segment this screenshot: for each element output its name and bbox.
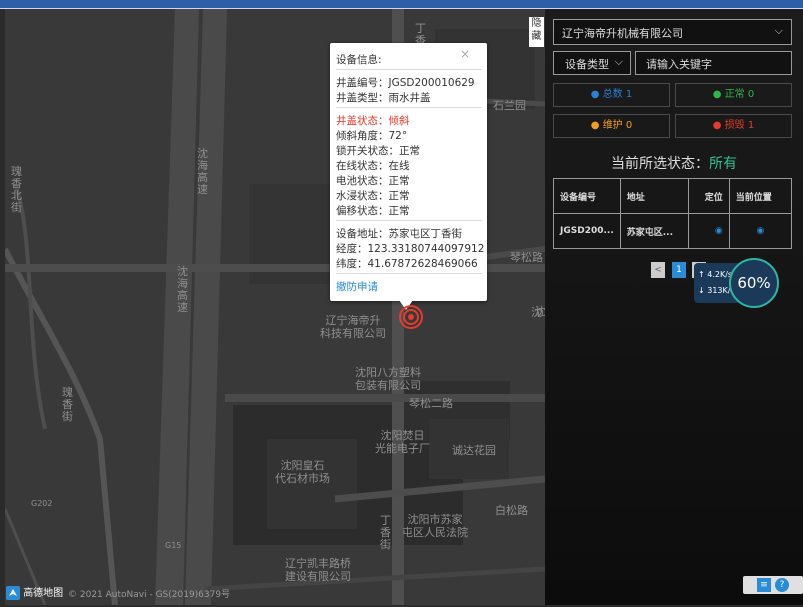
road-label-guixiangbei: 瑰香北街: [11, 165, 22, 214]
amap-logo: 高德地图: [6, 584, 68, 600]
place-shilanyuan: 石兰园: [493, 99, 526, 112]
place-bafang: 沈阳八方塑料 包装有限公司: [355, 366, 421, 392]
place-huangshi: 沈阳皇石 代石材市场: [275, 459, 330, 485]
place-shen-2: 沈: [535, 305, 545, 318]
menu-icon[interactable]: ≡: [757, 578, 771, 592]
maintenance-count-label: 维护 0: [602, 120, 633, 131]
table-row[interactable]: JGSD200... 苏家屯区... ◉ ◉: [553, 213, 793, 249]
search-placeholder: 请输入关键字: [646, 58, 712, 71]
map-copyright: © 2021 AutoNavi - GS(2019)6379号: [68, 590, 231, 600]
road-label-shenhai-1: 沈海高速: [197, 147, 208, 196]
total-count-button[interactable]: ● 总数 1: [553, 83, 670, 107]
popup-cover-no: 井盖编号：JGSD200010629: [336, 77, 475, 89]
road-shield-g202: G202: [31, 499, 53, 508]
upload-speed: ↑ 4.2K/s: [698, 270, 733, 279]
popup-divider: [336, 220, 482, 221]
chevron-down-icon: ⌵: [774, 24, 783, 37]
header-device-no: 设备编号: [553, 178, 621, 214]
damaged-count-button[interactable]: ● 损毁 1: [675, 114, 792, 138]
header-current-position: 当前位置: [728, 178, 793, 214]
popup-longitude: 经度：123.33180744097912: [336, 243, 485, 255]
pager-prev-button[interactable]: <: [651, 262, 665, 278]
popup-offset-status: 偏移状态：正常: [336, 205, 410, 217]
popup-latitude: 纬度：41.67872628469066: [336, 258, 478, 270]
position-pin-icon[interactable]: ◉: [728, 213, 793, 249]
total-count-label: 总数 1: [602, 89, 633, 100]
header-locate: 定位: [687, 178, 730, 214]
pager-page-1[interactable]: 1: [672, 262, 686, 278]
place-baisong-road: 白松路: [495, 504, 528, 517]
place-chengda: 诚达花园: [452, 444, 496, 457]
search-input[interactable]: 请输入关键字: [635, 51, 792, 75]
table-header-row: 设备编号 地址 定位 当前位置: [553, 178, 793, 214]
popup-cover-type: 井盖类型：雨水井盖: [336, 92, 431, 104]
place-sujiatun-court: 沈阳市苏家 屯区人民法院: [402, 513, 468, 539]
device-type-select[interactable]: 设备类型 ⌵: [553, 51, 631, 75]
place-liaoning-haidi: 辽宁海帝升 科技有限公司: [320, 314, 386, 340]
popup-water-status: 水浸状态：正常: [336, 190, 410, 202]
pin-icon: ●: [590, 89, 600, 100]
current-status-heading: 当前所选状态：所有: [611, 153, 737, 173]
maintenance-count-button[interactable]: ● 维护 0: [553, 114, 670, 138]
popup-tilt-angle: 倾斜角度：72°: [336, 130, 408, 142]
popup-divider: [336, 107, 482, 108]
pin-icon: ●: [712, 120, 722, 131]
road-label-guixiang: 瑰香街: [62, 386, 73, 423]
chevron-down-icon: ⌵: [614, 55, 623, 68]
locate-pin-icon[interactable]: ◉: [687, 213, 730, 249]
popup-address: 设备地址：苏家屯区丁香街: [336, 228, 462, 240]
road-label-shenhai-2: 沈海高速: [177, 265, 188, 314]
popup-divider: [336, 69, 482, 70]
pin-icon: ●: [590, 120, 600, 131]
bottom-toolbar: ≡ ?: [743, 576, 803, 594]
device-type-label: 设备类型: [565, 58, 609, 71]
cell-device-no: JGSD200...: [553, 213, 621, 249]
damaged-count-label: 损毁 1: [724, 120, 755, 131]
close-icon[interactable]: ×: [460, 47, 470, 61]
popup-title: 设备信息:: [336, 54, 382, 66]
popup-cover-status: 井盖状态：倾斜: [336, 115, 410, 127]
company-select[interactable]: 辽宁海帝升机械有限公司 ⌵: [553, 19, 792, 45]
cell-address: 苏家屯区...: [619, 213, 689, 249]
current-status-label: 当前所选状态：: [611, 156, 709, 172]
popup-lock-status: 锁开关状态：正常: [336, 145, 420, 157]
usage-gauge: 60%: [729, 258, 779, 308]
place-qinsong-road: 琴松路: [510, 251, 543, 264]
device-table: 设备编号 地址 定位 当前位置 JGSD200... 苏家屯区... ◉ ◉: [553, 178, 793, 249]
place-fanri: 沈阳焚日 光能电子厂: [375, 429, 430, 455]
device-info-popup: × 设备信息: 井盖编号：JGSD200010629 井盖类型：雨水井盖 井盖状…: [330, 43, 487, 301]
normal-count-label: 正常 0: [724, 89, 755, 100]
normal-count-button[interactable]: ● 正常 0: [675, 83, 792, 107]
amap-logo-icon: [6, 586, 20, 600]
popup-battery-status: 电池状态：正常: [336, 175, 410, 187]
place-qinsong-2-road: 琴松二路: [409, 397, 453, 410]
road-shield-g15: G15: [165, 541, 182, 550]
current-status-value: 所有: [709, 156, 737, 172]
disarm-request-link[interactable]: 撤防申请: [336, 279, 378, 294]
company-select-value: 辽宁海帝升机械有限公司: [562, 27, 683, 40]
road-label-dingxiang-bottom: 丁香街: [380, 514, 391, 551]
amap-logo-text: 高德地图: [23, 588, 64, 599]
popup-online-status: 在线状态：在线: [336, 160, 410, 172]
popup-divider: [336, 273, 482, 274]
header-address: 地址: [619, 178, 689, 214]
alarm-marker-icon[interactable]: [399, 305, 423, 329]
hide-panel-button[interactable]: 隐藏: [529, 17, 544, 47]
help-icon[interactable]: ?: [775, 578, 789, 592]
pin-icon: ●: [712, 89, 722, 100]
top-strip: [0, 0, 803, 9]
place-kaifeng: 辽宁凯丰路桥 建设有限公司: [285, 557, 351, 583]
